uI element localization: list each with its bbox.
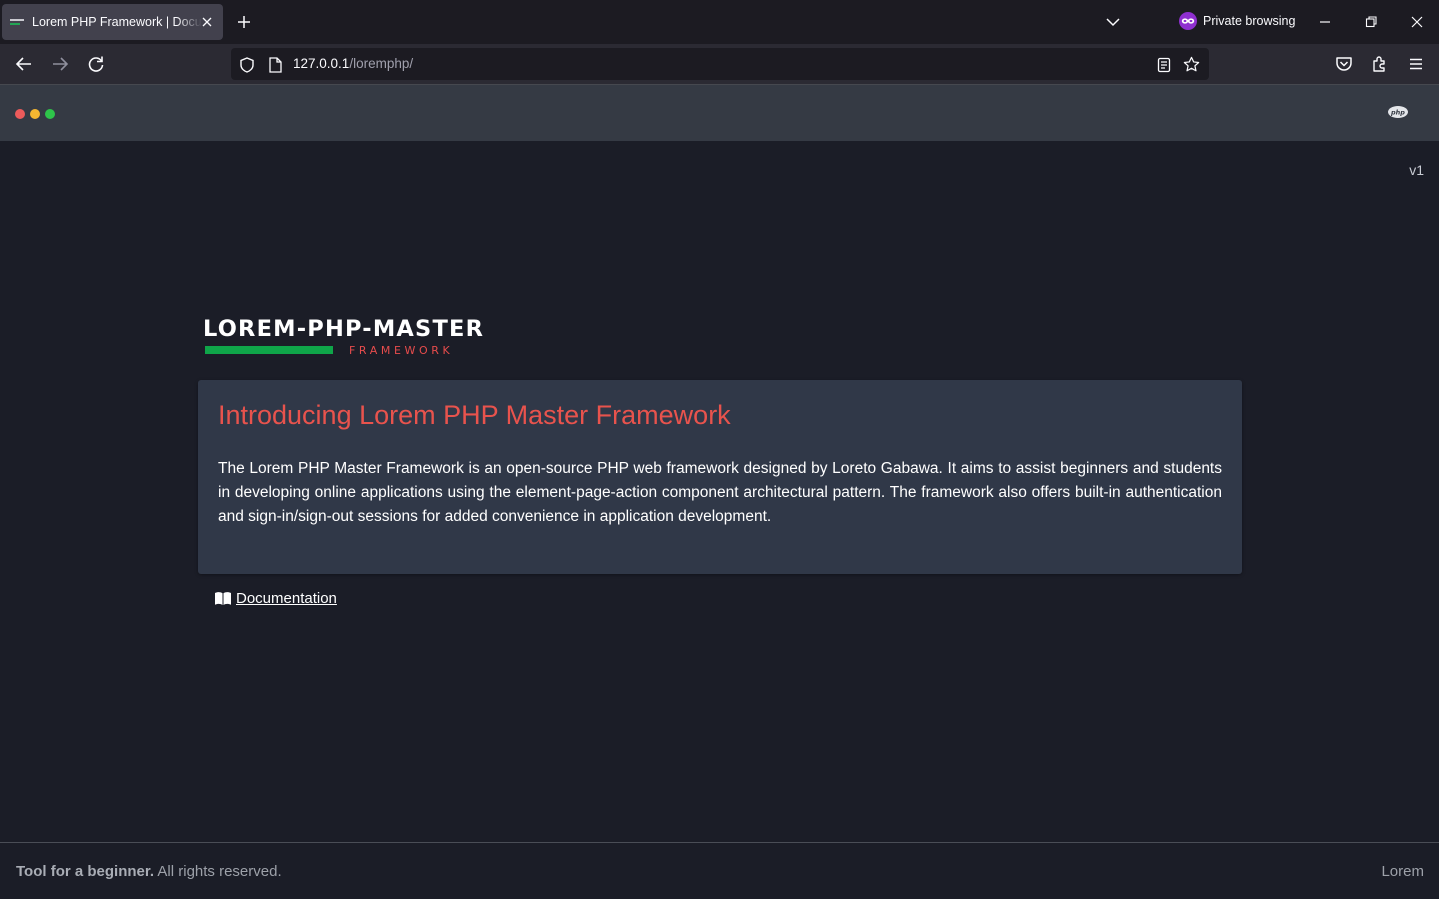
logo-subtitle: FRAMEWORK: [349, 344, 454, 357]
svg-text:php: php: [1390, 109, 1405, 117]
documentation-link-label: Documentation: [236, 590, 337, 607]
menu-icon[interactable]: [1405, 53, 1427, 75]
close-icon[interactable]: [199, 14, 215, 30]
window-dot-green: [45, 109, 55, 119]
forward-arrow-icon[interactable]: [49, 53, 71, 75]
app-header: php: [0, 84, 1439, 141]
back-arrow-icon[interactable]: [13, 53, 35, 75]
private-browsing-indicator: Private browsing: [1179, 12, 1295, 30]
php-logo-icon[interactable]: php: [1387, 105, 1409, 119]
url-host: 127.0.0.1: [293, 56, 350, 71]
logo-title: LOREM-PHP-MASTER: [203, 316, 485, 342]
footer-text: Tool for a beginner. All rights reserved…: [16, 863, 282, 880]
lorem-php-favicon: [10, 17, 26, 27]
window-dot-red: [15, 109, 25, 119]
url-bar[interactable]: 127.0.0.1/loremphp/: [231, 48, 1209, 80]
private-browsing-label: Private browsing: [1203, 14, 1296, 28]
browser-tab-bar: Lorem PHP Framework | Documentation Priv…: [0, 0, 1439, 44]
url-text[interactable]: 127.0.0.1/loremphp/: [293, 56, 413, 71]
pocket-icon[interactable]: [1333, 53, 1355, 75]
documentation-link[interactable]: Documentation: [214, 590, 337, 607]
browser-nav-bar: 127.0.0.1/loremphp/: [0, 44, 1439, 84]
extensions-icon[interactable]: [1369, 53, 1391, 75]
url-path: /loremphp/: [349, 56, 414, 71]
footer-rights: All rights reserved.: [154, 863, 282, 880]
close-window-icon[interactable]: [1407, 12, 1427, 32]
window-dot-yellow: [30, 109, 40, 119]
minimize-icon[interactable]: [1315, 12, 1335, 32]
intro-title: Introducing Lorem PHP Master Framework: [218, 400, 731, 430]
logo-green-bar: [205, 346, 333, 354]
footer-tagline: Tool for a beginner.: [16, 863, 155, 880]
restore-icon[interactable]: [1361, 12, 1381, 32]
book-icon: [215, 592, 231, 605]
bookmark-star-icon[interactable]: [1182, 55, 1201, 74]
browser-tab[interactable]: Lorem PHP Framework | Documentation: [2, 4, 223, 40]
version-label: v1: [1409, 162, 1424, 178]
plus-icon[interactable]: [233, 11, 255, 33]
private-mask-icon: [1179, 12, 1197, 30]
intro-body: The Lorem PHP Master Framework is an ope…: [218, 460, 1222, 525]
page-footer: Tool for a beginner. All rights reserved…: [0, 842, 1439, 899]
site-logo: LOREM-PHP-MASTER FRAMEWORK: [202, 316, 502, 362]
reload-icon[interactable]: [85, 53, 107, 75]
intro-card: Introducing Lorem PHP Master Framework T…: [198, 380, 1242, 574]
tab-title: Lorem PHP Framework | Documentation: [32, 15, 202, 29]
tracking-shield-icon[interactable]: [238, 56, 256, 74]
reader-view-icon[interactable]: [1155, 56, 1173, 74]
page-icon[interactable]: [267, 56, 283, 74]
chevron-down-icon[interactable]: [1103, 12, 1123, 32]
footer-brand: Lorem: [1381, 863, 1424, 880]
